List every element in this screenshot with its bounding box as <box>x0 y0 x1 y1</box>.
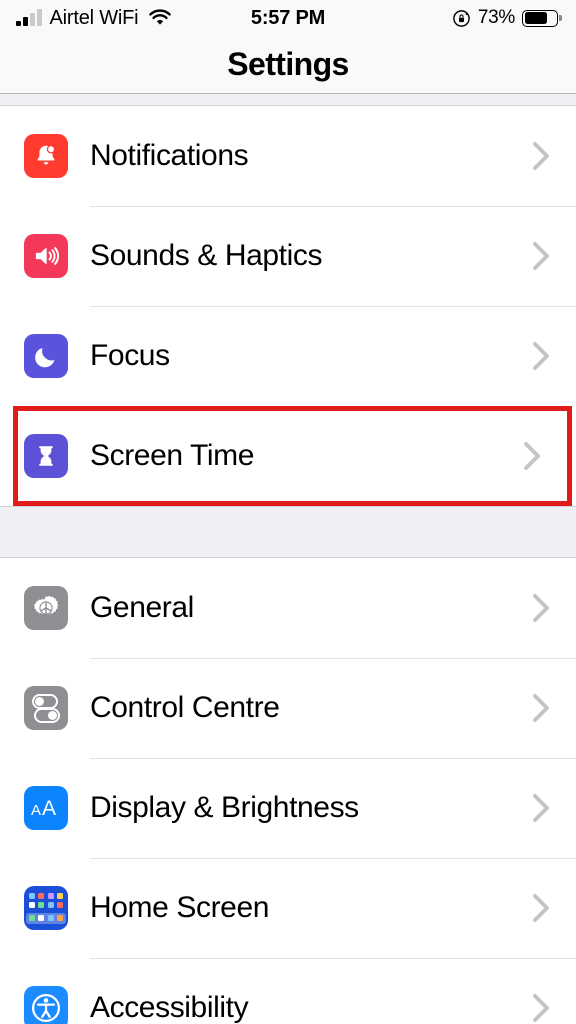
list-top-spacer <box>0 94 576 106</box>
general-gear-icon <box>24 586 68 630</box>
accessibility-person-icon <box>24 986 68 1024</box>
settings-group-separator <box>0 506 576 558</box>
chevron-right-icon <box>524 442 540 470</box>
chevron-right-icon <box>533 994 549 1022</box>
home-screen-grid-icon <box>24 886 68 930</box>
screen-time-hourglass-icon <box>24 434 68 478</box>
settings-row-label: Notifications <box>90 139 249 172</box>
chevron-right-icon <box>533 342 549 370</box>
status-bar: Airtel WiFi 5:57 PM 73% <box>0 0 576 36</box>
settings-screen: Airtel WiFi 5:57 PM 73% Settings Notific… <box>0 0 576 1024</box>
screen-time-highlight-wrapper: Screen Time <box>0 406 576 506</box>
chevron-right-icon <box>533 794 549 822</box>
settings-row-accessibility[interactable]: Accessibility <box>0 958 576 1024</box>
page-title: Settings <box>227 46 349 82</box>
battery-percentage-label: 73% <box>477 7 515 28</box>
focus-moon-icon <box>24 334 68 378</box>
settings-row-display-brightness[interactable]: A A Display & Brightness <box>0 758 576 858</box>
chevron-right-icon <box>533 894 549 922</box>
settings-group-two: General Control Centre A A Display & Bri… <box>0 558 576 1024</box>
settings-list[interactable]: Notifications Sounds & Haptics Focus Scr… <box>0 94 576 1024</box>
settings-row-focus[interactable]: Focus <box>0 306 576 406</box>
carrier-label: Airtel WiFi <box>49 6 139 29</box>
settings-row-label: Control Centre <box>90 691 280 724</box>
settings-row-label: Focus <box>90 339 170 372</box>
svg-text:A: A <box>42 797 56 820</box>
settings-row-sounds-haptics[interactable]: Sounds & Haptics <box>0 206 576 306</box>
settings-row-home-screen[interactable]: Home Screen <box>0 858 576 958</box>
rotation-lock-icon <box>453 9 470 27</box>
settings-group-one: Notifications Sounds & Haptics Focus Scr… <box>0 106 576 506</box>
control-centre-toggles-icon <box>24 686 68 730</box>
status-bar-left: Airtel WiFi <box>16 7 172 30</box>
chevron-right-icon <box>533 594 549 622</box>
settings-row-label: General <box>90 591 194 624</box>
sounds-speaker-icon <box>24 234 68 278</box>
settings-row-label: Home Screen <box>90 891 270 924</box>
svg-text:A: A <box>31 802 41 819</box>
settings-row-screen-time[interactable]: Screen Time <box>13 406 572 506</box>
settings-row-general[interactable]: General <box>0 558 576 658</box>
chevron-right-icon <box>533 242 549 270</box>
chevron-right-icon <box>533 694 549 722</box>
navigation-bar: Settings <box>0 36 576 94</box>
chevron-right-icon <box>533 142 549 170</box>
display-brightness-aa-icon: A A <box>24 786 68 830</box>
settings-row-label: Display & Brightness <box>90 791 359 824</box>
settings-row-control-centre[interactable]: Control Centre <box>0 658 576 758</box>
cellular-signal-icon <box>16 9 42 26</box>
settings-row-label: Accessibility <box>90 991 249 1024</box>
settings-row-label: Sounds & Haptics <box>90 239 323 272</box>
settings-row-notifications[interactable]: Notifications <box>0 106 576 206</box>
battery-icon <box>522 9 558 27</box>
notifications-bell-icon <box>24 134 68 178</box>
settings-row-label: Screen Time <box>90 439 254 472</box>
status-bar-right: 73% <box>452 7 558 29</box>
wifi-icon <box>149 9 172 25</box>
